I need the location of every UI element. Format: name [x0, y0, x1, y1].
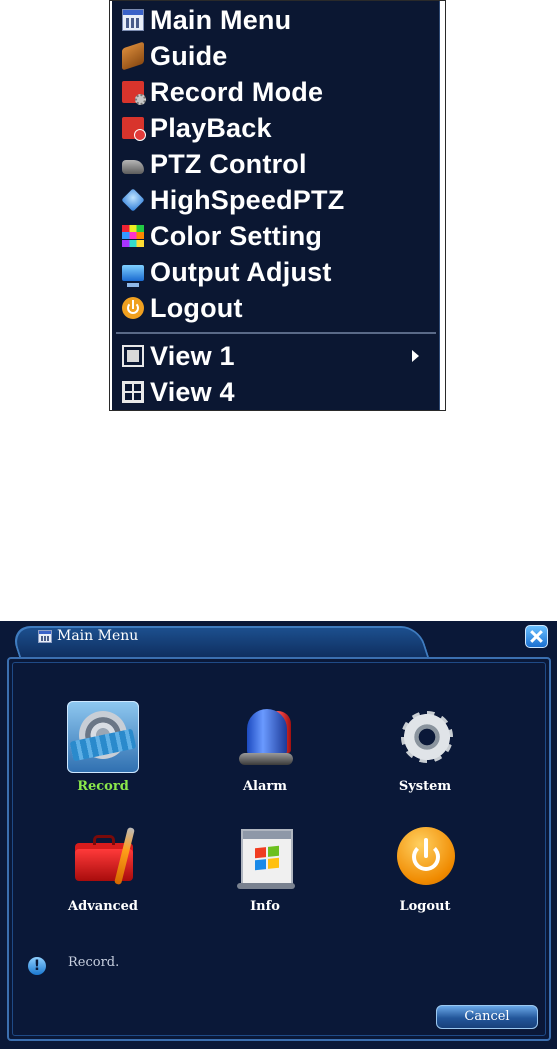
- menu-tile-logout[interactable]: Logout: [370, 821, 480, 914]
- menu-item-label: PTZ Control: [150, 148, 307, 179]
- menu-item-label: View 1: [150, 340, 235, 371]
- menu-tile-advanced[interactable]: Advanced: [48, 821, 158, 914]
- close-button[interactable]: [525, 625, 548, 648]
- color-palette-icon: [122, 225, 144, 247]
- toolbox-icon: [67, 821, 139, 893]
- ptz-camera-icon: [122, 160, 144, 174]
- status-text: Record.: [68, 955, 120, 970]
- menu-item-main-menu[interactable]: Main Menu: [122, 3, 291, 37]
- tile-label: Info: [250, 899, 280, 914]
- main-menu-dialog: Main Menu Record Alarm System Advanced I…: [0, 621, 557, 1049]
- menu-item-label: Main Menu: [150, 4, 292, 35]
- high-speed-ptz-icon: [121, 188, 145, 212]
- menu-item-high-speed-ptz[interactable]: HighSpeedPTZ: [121, 183, 345, 217]
- dialog-titlebar: Main Menu: [0, 621, 557, 657]
- menu-item-view-1[interactable]: View 1: [122, 339, 235, 373]
- menu-item-color-setting[interactable]: Color Setting: [122, 219, 322, 253]
- alarm-siren-icon: [229, 701, 301, 773]
- system-gear-icon: [389, 701, 461, 773]
- guide-icon: [122, 41, 144, 71]
- menu-item-label: Output Adjust: [150, 256, 332, 287]
- menu-item-view-4[interactable]: View 4: [122, 375, 235, 409]
- context-menu-panel: Main Menu Guide Record Mode PlayBack PTZ…: [112, 1, 441, 410]
- submenu-arrow-icon: [412, 350, 419, 362]
- info-window-icon: [229, 821, 301, 893]
- menu-item-label: Record Mode: [150, 76, 324, 107]
- menu-tile-info[interactable]: Info: [210, 821, 320, 914]
- tile-label: System: [398, 779, 452, 794]
- menu-item-label: PlayBack: [150, 112, 272, 143]
- context-menu: Main Menu Guide Record Mode PlayBack PTZ…: [109, 0, 446, 411]
- tile-label: Alarm: [242, 779, 288, 794]
- menu-tile-alarm[interactable]: Alarm: [210, 701, 320, 794]
- power-icon: [389, 821, 461, 893]
- playback-icon: [122, 117, 146, 141]
- menu-item-guide[interactable]: Guide: [122, 39, 228, 73]
- cancel-button[interactable]: Cancel: [436, 1005, 538, 1029]
- menu-item-ptz-control[interactable]: PTZ Control: [122, 147, 307, 181]
- dialog-title: Main Menu: [57, 628, 139, 644]
- record-mode-icon: [122, 81, 146, 105]
- menu-item-label: Color Setting: [150, 220, 323, 251]
- tile-label: Logout: [399, 899, 451, 914]
- monitor-icon: [122, 265, 144, 287]
- menu-scroll-edge: [440, 1, 444, 410]
- main-menu-icon: [122, 9, 144, 31]
- menu-item-label: Guide: [150, 40, 228, 71]
- dialog-title-area: Main Menu: [38, 628, 138, 644]
- single-view-icon: [122, 345, 144, 367]
- menu-tile-record[interactable]: Record: [48, 701, 158, 794]
- menu-item-label: View 4: [150, 376, 235, 407]
- menu-item-logout[interactable]: Logout: [122, 291, 243, 325]
- menu-item-playback[interactable]: PlayBack: [122, 111, 272, 145]
- menu-item-record-mode[interactable]: Record Mode: [122, 75, 323, 109]
- tile-label: Advanced: [68, 899, 138, 914]
- menu-item-output-adjust[interactable]: Output Adjust: [122, 255, 332, 289]
- menu-tile-system[interactable]: System: [370, 701, 480, 794]
- main-menu-icon: [38, 629, 52, 643]
- menu-item-label: Logout: [150, 292, 243, 323]
- info-icon: [28, 957, 46, 975]
- menu-separator: [116, 332, 436, 334]
- record-film-reel-icon: [67, 701, 139, 773]
- menu-item-label: HighSpeedPTZ: [150, 184, 345, 215]
- quad-view-icon: [122, 381, 144, 403]
- tile-label: Record: [77, 779, 129, 794]
- power-icon: [122, 297, 144, 319]
